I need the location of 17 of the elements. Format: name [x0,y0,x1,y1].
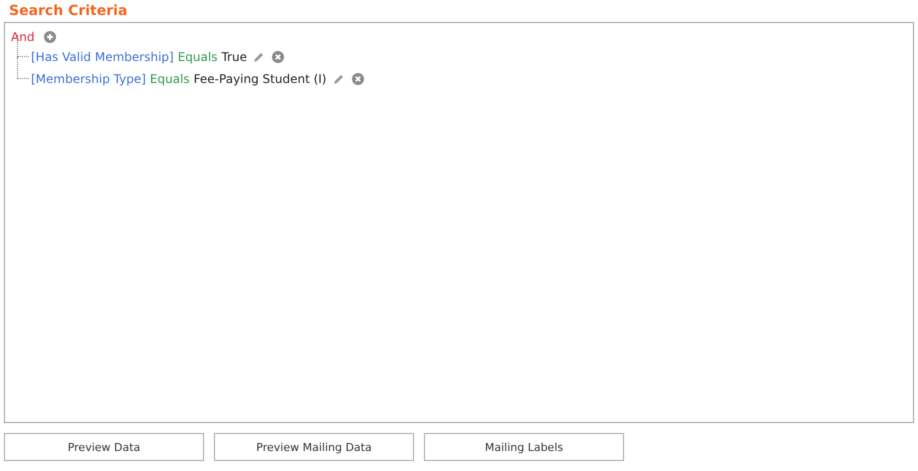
remove-icon[interactable] [352,73,364,85]
condition-operator[interactable]: Equals [150,72,190,86]
action-button[interactable]: Mailing Labels [424,433,624,461]
action-button[interactable]: Preview Data [4,433,204,461]
add-icon[interactable] [44,31,56,43]
condition-value[interactable]: Fee-Paying Student (I) [194,72,326,86]
condition-field[interactable]: [Has Valid Membership] [31,50,174,64]
remove-icon[interactable] [272,51,284,63]
condition-value[interactable]: True [221,50,247,64]
action-button[interactable]: Preview Mailing Data [214,433,414,461]
edit-icon[interactable] [252,52,264,62]
condition-field[interactable]: [Membership Type] [31,72,146,86]
tree-connector [17,57,29,79]
edit-icon[interactable] [332,74,344,84]
condition-operator[interactable]: Equals [178,50,218,64]
group-operator[interactable]: And [11,30,34,44]
section-title: Search Criteria [8,2,128,21]
